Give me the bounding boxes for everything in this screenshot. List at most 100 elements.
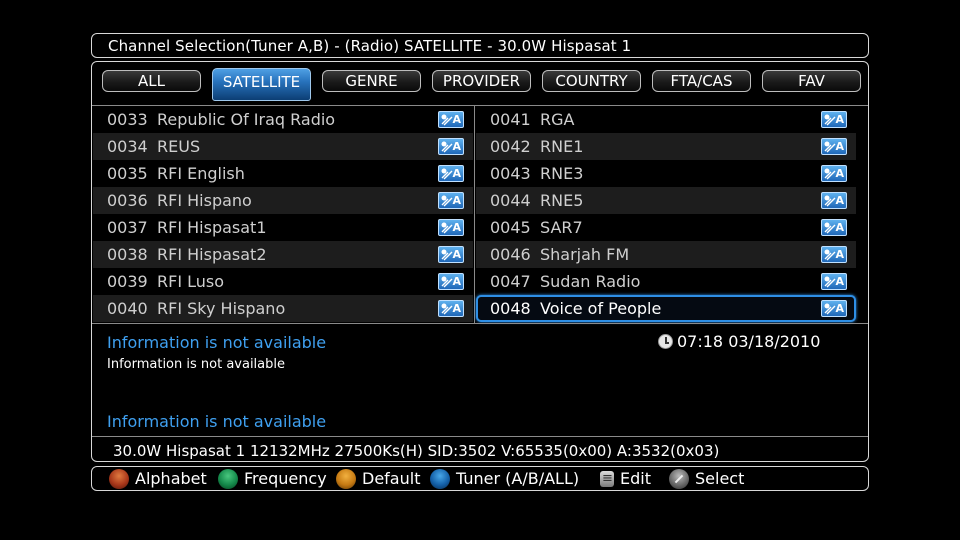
channel-row[interactable]: 0038 RFI Hispasat2 A <box>93 241 473 268</box>
channel-row[interactable]: 0043 RNE3 A <box>476 160 856 187</box>
channel-name: SAR7 <box>540 218 583 237</box>
tab-fav[interactable]: FAV <box>762 70 861 92</box>
channel-number: 0035 <box>107 164 148 183</box>
satellite-tuner-a-icon: A <box>821 219 847 236</box>
channel-row[interactable]: 0037 RFI Hispasat1 A <box>93 214 473 241</box>
channel-row[interactable]: 0041 RGA A <box>476 106 856 133</box>
info-title: Information is not available <box>107 333 327 352</box>
red-key-hint[interactable]: Alphabet <box>109 468 207 490</box>
info-description: Information is not available <box>107 357 286 372</box>
channel-name: Republic Of Iraq Radio <box>157 110 336 129</box>
satellite-tuner-a-icon: A <box>438 300 464 317</box>
column-divider <box>474 105 475 323</box>
green-key-label: Frequency <box>244 469 327 488</box>
channel-number: 0039 <box>107 272 148 291</box>
key-help-bar: Alphabet Frequency Default Tuner (A/B/AL… <box>91 466 869 491</box>
satellite-tuner-a-icon: A <box>821 165 847 182</box>
tab-fta-cas[interactable]: FTA/CAS <box>652 70 751 92</box>
clock-icon <box>658 334 673 349</box>
channel-row[interactable]: 0042 RNE1 A <box>476 133 856 160</box>
channel-number: 0038 <box>107 245 148 264</box>
tab-country[interactable]: COUNTRY <box>542 70 641 92</box>
channel-name: Sudan Radio <box>540 272 641 291</box>
channel-name: RFI Hispano <box>157 191 252 210</box>
tuner-letter: A <box>452 302 461 315</box>
tuner-letter: A <box>835 275 844 288</box>
channel-row[interactable]: 0035 RFI English A <box>93 160 473 187</box>
tuner-letter: A <box>452 113 461 126</box>
green-button-icon <box>218 469 238 489</box>
tab-satellite[interactable]: SATELLITE <box>212 68 311 101</box>
channel-column-right: 0041 RGA A 0042 RNE1 A 0043 RNE3 A 0044 RNE5 A 0045 S… <box>476 106 856 322</box>
channel-row[interactable]: 0044 RNE5 A <box>476 187 856 214</box>
transponder-info: 30.0W Hispasat 1 12132MHz 27500Ks(H) SID… <box>113 442 720 460</box>
yellow-key-hint[interactable]: Default <box>336 468 420 490</box>
tab-genre[interactable]: GENRE <box>322 70 421 92</box>
tuner-letter: A <box>835 167 844 180</box>
channel-row[interactable]: 0039 RFI Luso A <box>93 268 473 295</box>
tuner-letter: A <box>452 140 461 153</box>
blue-key-hint[interactable]: Tuner (A/B/ALL) <box>430 468 579 490</box>
channel-row[interactable]: 0036 RFI Hispano A <box>93 187 473 214</box>
satellite-tuner-a-icon: A <box>821 138 847 155</box>
tuner-letter: A <box>835 140 844 153</box>
satellite-tuner-a-icon: A <box>821 111 847 128</box>
tuner-letter: A <box>835 221 844 234</box>
satellite-tuner-a-icon: A <box>438 192 464 209</box>
datetime: 07:18 03/18/2010 <box>658 332 820 351</box>
channel-number: 0034 <box>107 137 148 156</box>
tuner-letter: A <box>835 302 844 315</box>
channel-name: REUS <box>157 137 201 156</box>
channel-number: 0036 <box>107 191 148 210</box>
edit-key-hint[interactable]: Edit <box>600 468 651 490</box>
channel-number: 0042 <box>490 137 531 156</box>
yellow-key-label: Default <box>362 469 421 488</box>
tuner-letter: A <box>452 167 461 180</box>
tab-provider[interactable]: PROVIDER <box>432 70 531 92</box>
channel-row[interactable]: 0040 RFI Sky Hispano A <box>93 295 473 322</box>
ok-button-icon <box>669 469 689 489</box>
channel-number: 0037 <box>107 218 148 237</box>
green-key-hint[interactable]: Frequency <box>218 468 327 490</box>
menu-button-icon <box>600 468 614 490</box>
channel-number: 0046 <box>490 245 531 264</box>
channel-name: Sharjah FM <box>540 245 630 264</box>
satellite-tuner-a-icon: A <box>438 246 464 263</box>
tuner-letter: A <box>452 248 461 261</box>
tab-all[interactable]: ALL <box>102 70 201 92</box>
channel-row[interactable]: 0033 Republic Of Iraq Radio A <box>93 106 473 133</box>
divider <box>92 436 868 437</box>
channel-name: RNE3 <box>540 164 584 183</box>
title-bar: Channel Selection(Tuner A,B) - (Radio) S… <box>91 33 869 58</box>
channel-number: 0045 <box>490 218 531 237</box>
satellite-tuner-a-icon: A <box>821 273 847 290</box>
tuner-letter: A <box>835 113 844 126</box>
channel-name: RGA <box>540 110 575 129</box>
red-button-icon <box>109 469 129 489</box>
channel-name: RFI Sky Hispano <box>157 299 286 318</box>
blue-key-label: Tuner (A/B/ALL) <box>456 469 580 488</box>
tuner-letter: A <box>835 248 844 261</box>
channel-row[interactable]: 0046 Sharjah FM A <box>476 241 856 268</box>
channel-name: Voice of People <box>540 299 662 318</box>
channel-number: 0043 <box>490 164 531 183</box>
category-tabs: ALL SATELLITE GENRE PROVIDER COUNTRY FTA… <box>92 62 868 105</box>
channel-number: 0041 <box>490 110 531 129</box>
tuner-letter: A <box>835 194 844 207</box>
channel-row[interactable]: 0045 SAR7 A <box>476 214 856 241</box>
channel-row[interactable]: 0034 REUS A <box>93 133 473 160</box>
channel-row[interactable]: 0048 Voice of People A <box>476 295 856 322</box>
red-key-label: Alphabet <box>135 469 207 488</box>
tuner-letter: A <box>452 275 461 288</box>
program-info: Information is not available Information… <box>92 324 868 436</box>
channel-list-panel: ALL SATELLITE GENRE PROVIDER COUNTRY FTA… <box>91 61 869 462</box>
channel-name: RNE5 <box>540 191 584 210</box>
tuner-letter: A <box>452 194 461 207</box>
tuner-letter: A <box>452 221 461 234</box>
page-title: Channel Selection(Tuner A,B) - (Radio) S… <box>108 37 632 55</box>
channel-name: RFI Luso <box>157 272 225 291</box>
satellite-tuner-a-icon: A <box>438 165 464 182</box>
channel-row[interactable]: 0047 Sudan Radio A <box>476 268 856 295</box>
channel-name: RFI English <box>157 164 245 183</box>
select-key-hint[interactable]: Select <box>669 468 744 490</box>
